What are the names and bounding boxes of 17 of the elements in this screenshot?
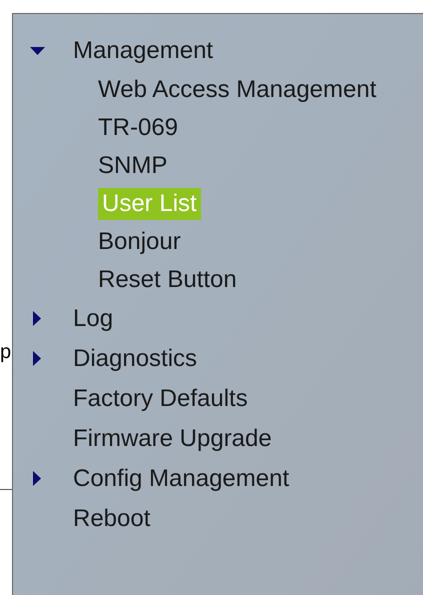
caret-down-icon[interactable]: [30, 47, 45, 55]
menu-item[interactable]: Management: [73, 33, 214, 69]
submenu-item[interactable]: Web Access Management: [98, 74, 376, 106]
submenu-item[interactable]: Bonjour: [98, 226, 181, 258]
caret-right-icon[interactable]: [33, 351, 41, 366]
menu-item[interactable]: Log: [73, 301, 114, 337]
menu-item[interactable]: Reboot: [73, 501, 150, 537]
caret-right-icon[interactable]: [33, 311, 41, 326]
caret-right-icon[interactable]: [33, 471, 41, 486]
menu-item[interactable]: Factory Defaults: [73, 381, 248, 417]
menu-item[interactable]: Config Management: [73, 461, 290, 497]
menu-item[interactable]: Diagnostics: [73, 341, 198, 377]
submenu-item[interactable]: TR-069: [98, 112, 178, 144]
cut-text: p: [0, 340, 12, 364]
submenu-item[interactable]: Reset Button: [98, 264, 237, 296]
submenu-item[interactable]: SNMP: [98, 150, 168, 182]
menu-item[interactable]: Firmware Upgrade: [73, 421, 272, 457]
